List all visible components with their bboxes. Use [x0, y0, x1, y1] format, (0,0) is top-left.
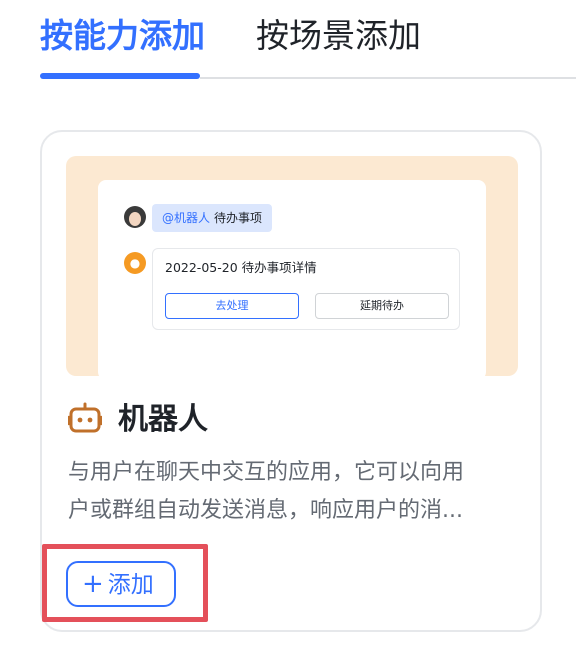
card-description-line-2: 户或群组自动发送消息，响应用户的消... — [68, 498, 463, 523]
robot-icon — [68, 402, 102, 433]
card-description-line-1: 与用户在聊天中交互的应用，它可以向用 — [68, 460, 465, 485]
card-description: 与用户在聊天中交互的应用，它可以向用 户或群组自动发送消息，响应用户的消... — [68, 454, 530, 530]
app-page: 按能力添加 按场景添加 @机器人 待办事项 ● 2022-05-20 待办事项详情… — [0, 0, 576, 660]
preview-mention: @机器人 — [162, 211, 211, 225]
preview-message-card: 2022-05-20 待办事项详情 去处理 延期待办 — [152, 248, 460, 330]
tab-by-capability[interactable]: 按能力添加 — [40, 14, 205, 58]
card-preview-image: @机器人 待办事项 ● 2022-05-20 待办事项详情 去处理 延期待办 — [66, 156, 518, 376]
tab-divider — [200, 77, 576, 79]
plus-icon: + — [82, 569, 104, 599]
active-tab-indicator — [40, 73, 200, 79]
user-avatar — [124, 206, 146, 228]
preview-chat-window: @机器人 待办事项 ● 2022-05-20 待办事项详情 去处理 延期待办 — [98, 180, 486, 376]
card-title: 机器人 — [118, 402, 208, 437]
preview-message-bubble: @机器人 待办事项 — [152, 204, 273, 232]
preview-postpone-button: 延期待办 — [315, 293, 449, 319]
add-button-label: 添加 — [107, 572, 154, 598]
preview-handle-button: 去处理 — [165, 293, 299, 319]
tab-bar: 按能力添加 按场景添加 — [0, 0, 576, 80]
tab-by-scenario[interactable]: 按场景添加 — [256, 14, 421, 58]
bot-avatar: ● — [124, 252, 146, 274]
preview-message-text: 待办事项 — [214, 211, 263, 225]
preview-card-title: 2022-05-20 待办事项详情 — [165, 260, 317, 275]
robot-capability-card[interactable]: @机器人 待办事项 ● 2022-05-20 待办事项详情 去处理 延期待办 机器… — [40, 130, 542, 632]
add-button[interactable]: + 添加 — [66, 561, 176, 607]
